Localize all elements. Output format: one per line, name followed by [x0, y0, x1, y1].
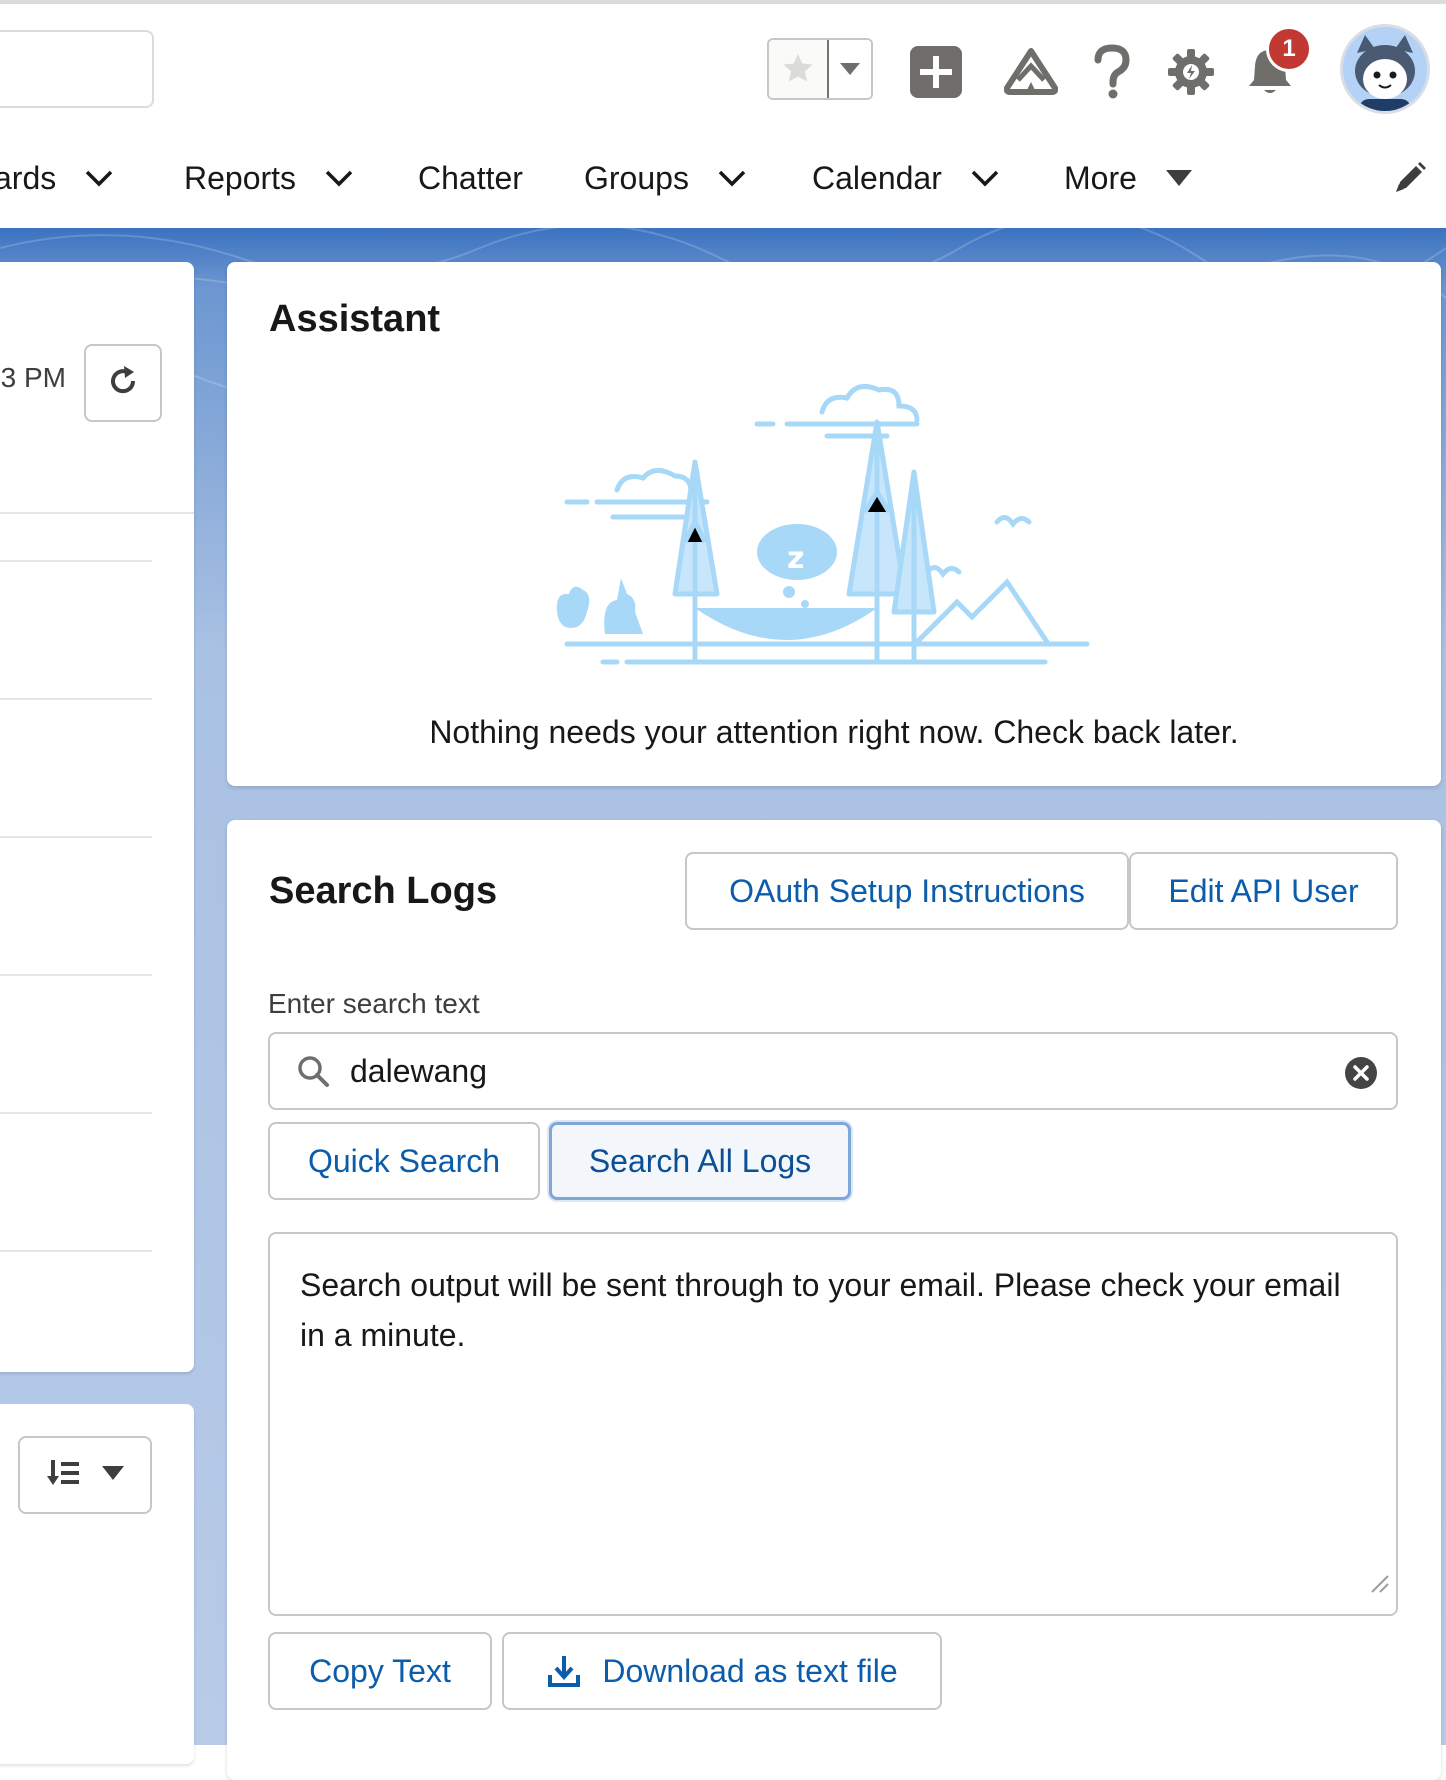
divider	[0, 1112, 152, 1114]
divider	[0, 560, 152, 562]
nav-item-more[interactable]: More	[1064, 132, 1193, 224]
search-logs-card: Search Logs OAuth Setup Instructions Edi…	[227, 820, 1441, 1780]
user-avatar[interactable]	[1340, 24, 1430, 114]
nav-item-label: More	[1064, 159, 1137, 196]
nav-item-label: Chatter	[418, 159, 523, 196]
setup-gear-icon[interactable]	[1159, 40, 1223, 104]
favorites-star-icon[interactable]	[769, 40, 827, 98]
nav-item-label: Groups	[584, 159, 689, 196]
search-input[interactable]: dalewang	[268, 1032, 1398, 1110]
last-refreshed-time: 3 PM	[0, 362, 66, 393]
refresh-icon	[105, 363, 141, 404]
search-icon	[296, 1054, 330, 1093]
nav-item-label: Calendar	[812, 159, 942, 196]
chevron-down-icon[interactable]	[84, 169, 114, 187]
help-icon[interactable]	[1080, 40, 1144, 104]
divider	[0, 698, 152, 700]
nav-item-calendar[interactable]: Calendar	[812, 132, 1000, 224]
copy-text-button[interactable]: Copy Text	[268, 1632, 492, 1710]
assistant-empty-message: Nothing needs your attention right now. …	[429, 714, 1239, 750]
nav-item-label: ards	[0, 159, 57, 196]
oauth-setup-instructions-button[interactable]: OAuth Setup Instructions	[685, 852, 1129, 930]
global-search-input[interactable]	[0, 30, 154, 108]
notification-count-badge: 1	[1266, 26, 1312, 72]
divider	[0, 974, 152, 976]
nav-item-dashboards[interactable]: ards	[0, 132, 114, 224]
search-output-textarea[interactable]: Search output will be sent through to yo…	[268, 1232, 1398, 1616]
search-all-logs-button[interactable]: Search All Logs	[549, 1122, 851, 1200]
assistant-title: Assistant	[269, 298, 441, 340]
divider	[0, 836, 152, 838]
divider	[0, 512, 194, 514]
quick-search-button[interactable]: Quick Search	[268, 1122, 540, 1200]
download-icon	[546, 1653, 582, 1689]
search-field-label: Enter search text	[268, 988, 480, 1019]
search-logs-title: Search Logs	[269, 870, 498, 912]
left-panel-card-lower	[0, 1404, 194, 1764]
favorites-dropdown-icon[interactable]	[827, 40, 871, 98]
clear-search-icon[interactable]	[1344, 1056, 1378, 1095]
resize-handle-icon[interactable]	[1368, 1558, 1390, 1608]
global-header: 1	[0, 4, 1446, 132]
nav-item-reports[interactable]: Reports	[184, 132, 354, 224]
nav-item-chatter[interactable]: Chatter	[418, 132, 523, 224]
assistant-card: Assistant z Nothing needs your attention…	[227, 262, 1441, 786]
sort-icon	[45, 1458, 81, 1493]
trailhead-icon[interactable]	[999, 40, 1063, 104]
download-button-label: Download as text file	[602, 1652, 898, 1689]
left-panel-card: 3 PM	[0, 262, 194, 1372]
search-output-text: Search output will be sent through to yo…	[300, 1267, 1341, 1353]
download-text-file-button[interactable]: Download as text file	[502, 1632, 942, 1710]
chevron-down-icon[interactable]	[324, 169, 354, 187]
global-actions-plus-icon[interactable]	[904, 40, 968, 104]
app-navigation: ards Reports Chatter Groups Calendar Mor…	[0, 132, 1446, 360]
chevron-down-icon[interactable]	[717, 169, 747, 187]
favorites-group	[767, 38, 873, 100]
caret-down-icon[interactable]	[1165, 169, 1193, 187]
nav-item-label: Reports	[184, 159, 297, 196]
edit-nav-pencil-icon[interactable]	[1392, 132, 1428, 224]
search-input-value: dalewang	[350, 1052, 487, 1089]
edit-api-user-button[interactable]: Edit API User	[1129, 852, 1398, 930]
empty-state-illustration: z	[556, 383, 1090, 665]
refresh-button[interactable]	[84, 344, 162, 422]
nav-item-groups[interactable]: Groups	[584, 132, 747, 224]
svg-text:z: z	[787, 541, 804, 576]
chevron-down-icon[interactable]	[970, 169, 1000, 187]
divider	[0, 1250, 152, 1252]
sort-menu-button[interactable]	[18, 1436, 152, 1514]
caret-down-icon	[101, 1465, 125, 1486]
